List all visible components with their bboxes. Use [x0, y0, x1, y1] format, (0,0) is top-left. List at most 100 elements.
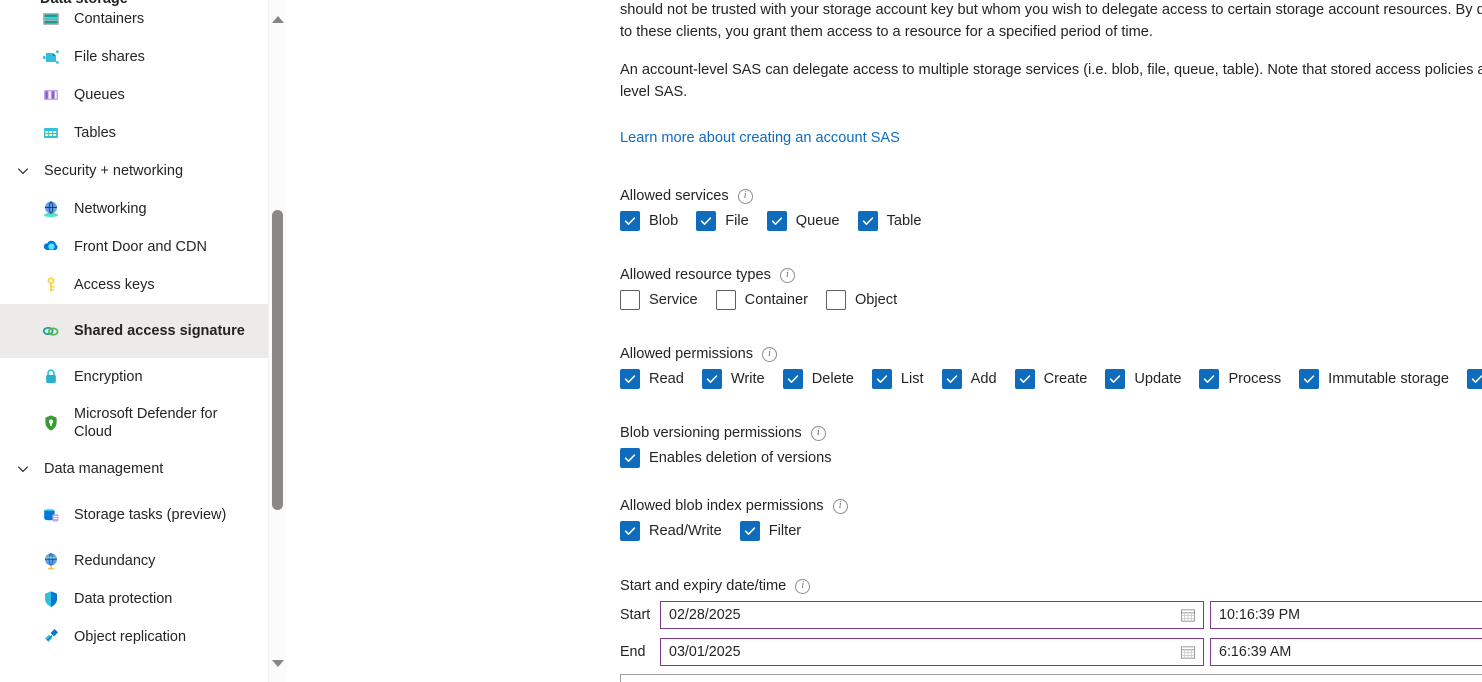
checkbox-file[interactable]: File	[696, 211, 749, 231]
scroll-down-arrow-icon[interactable]	[269, 654, 286, 672]
sidebar-item-label: Object replication	[74, 628, 187, 645]
checkmark-icon[interactable]	[1467, 369, 1482, 389]
start-and-expiry-label: Start and expiry date/time i	[620, 578, 1482, 594]
end-time-field[interactable]	[1210, 638, 1482, 666]
checkbox-object[interactable]: Object	[825, 290, 897, 310]
intro-paragraph-2: An account-level SAS can delegate access…	[620, 62, 1482, 100]
sidebar-item-front-door-and-cdn[interactable]: Front Door and CDN	[0, 228, 286, 266]
partial-input-below-fold[interactable]	[620, 674, 1482, 682]
sidebar-item-storage-tasks-preview[interactable]: Storage tasks (preview)	[0, 488, 286, 542]
checkbox-filter[interactable]: Filter	[739, 521, 802, 541]
checkmark-icon[interactable]	[696, 211, 717, 231]
sidebar-item-label: Storage tasks (preview)	[74, 506, 227, 523]
calendar-icon[interactable]	[1180, 644, 1196, 660]
queues-icon	[40, 84, 62, 106]
checkbox-container[interactable]: Container	[715, 290, 808, 310]
sidebar-item-queues[interactable]: Queues	[0, 76, 286, 114]
sidebar-item-object-replication[interactable]: Object replication	[0, 618, 286, 656]
checkbox-enables-deletion-of-versions[interactable]: Enables deletion of versions	[620, 448, 832, 468]
allowed-services-label: Allowed services i	[620, 188, 921, 204]
scroll-up-arrow-icon[interactable]	[269, 10, 286, 28]
checkbox-label: Write	[730, 371, 765, 387]
sidebar-item-shared-access-signature[interactable]: Shared access signature	[0, 304, 286, 358]
checkbox-write[interactable]: Write	[701, 369, 765, 389]
end-date-input[interactable]	[667, 644, 1197, 660]
checkmark-icon[interactable]	[620, 211, 640, 231]
checkmark-icon[interactable]	[620, 521, 640, 541]
start-time-field[interactable]	[1210, 601, 1482, 629]
end-date-field[interactable]	[660, 638, 1204, 666]
info-icon[interactable]: i	[779, 267, 795, 283]
start-date-field[interactable]	[660, 601, 1204, 629]
sidebar-item-data-protection[interactable]: Data protection	[0, 580, 286, 618]
checkbox-immutable-storage[interactable]: Immutable storage	[1299, 369, 1449, 389]
sidebar-item-label: Encryption	[74, 368, 143, 385]
chevron-down-icon	[14, 460, 32, 478]
checkbox-blob[interactable]: Blob	[620, 211, 678, 231]
sidebar-group-security-networking[interactable]: Security + networking	[0, 152, 286, 190]
sidebar-item-label: Access keys	[74, 276, 155, 293]
info-icon[interactable]: i	[810, 425, 826, 441]
sidebar-item-microsoft-defender-for-cloud[interactable]: Microsoft Defender for Cloud	[0, 396, 286, 450]
sidebar-item-networking[interactable]: Networking	[0, 190, 286, 228]
sidebar-item-encryption[interactable]: Encryption	[0, 358, 286, 396]
info-icon[interactable]: i	[737, 188, 753, 204]
sidebar-item-label: File shares	[74, 48, 145, 65]
allowed-blob-index-permissions-label: Allowed blob index permissions i	[620, 498, 848, 514]
sidebar-item-file-shares[interactable]: File shares	[0, 38, 286, 76]
allowed-services-label-text: Allowed services	[620, 188, 729, 204]
info-icon[interactable]: i	[832, 498, 848, 514]
checkbox-list[interactable]: List	[871, 369, 924, 389]
checkmark-icon[interactable]	[1105, 369, 1126, 389]
allowed-blob-index-permissions-section: Allowed blob index permissions i Read/Wr…	[620, 498, 848, 541]
checkbox-label: Read	[649, 371, 684, 387]
checkmark-icon[interactable]	[1199, 369, 1220, 389]
checkbox-label: Service	[649, 292, 698, 308]
checkmark-icon[interactable]	[1014, 369, 1035, 389]
empty-checkbox-icon[interactable]	[825, 290, 846, 310]
checkmark-icon[interactable]	[782, 369, 803, 389]
checkbox-label: File	[725, 213, 749, 229]
checkmark-icon[interactable]	[871, 369, 892, 389]
checkmark-icon[interactable]	[941, 369, 962, 389]
sidebar-item-label: Queues	[74, 86, 125, 103]
checkmark-icon[interactable]	[739, 521, 760, 541]
sidebar-item-access-keys[interactable]: Access keys	[0, 266, 286, 304]
sidebar-group-data-management[interactable]: Data management	[0, 450, 286, 488]
checkmark-icon[interactable]	[1299, 369, 1320, 389]
checkbox-delete[interactable]: Delete	[782, 369, 854, 389]
checkbox-create[interactable]: Create	[1014, 369, 1087, 389]
checkbox-table[interactable]: Table	[857, 211, 921, 231]
end-time-input[interactable]	[1217, 644, 1482, 660]
checkbox-service[interactable]: Service	[620, 290, 698, 310]
sidebar-item-tables[interactable]: Tables	[0, 114, 286, 152]
start-time-input[interactable]	[1217, 607, 1482, 623]
calendar-icon[interactable]	[1180, 607, 1196, 623]
checkmark-icon[interactable]	[620, 369, 640, 389]
checkbox-label: Enables deletion of versions	[649, 450, 832, 466]
checkbox-add[interactable]: Add	[941, 369, 997, 389]
checkmark-icon[interactable]	[620, 448, 640, 468]
checkmark-icon[interactable]	[857, 211, 878, 231]
checkbox-label: Filter	[768, 523, 802, 539]
info-icon[interactable]: i	[795, 578, 811, 594]
checkbox-read[interactable]: Read	[620, 369, 684, 389]
sidebar-scrollbar-thumb[interactable]	[272, 210, 283, 510]
checkmark-icon[interactable]	[766, 211, 787, 231]
end-datetime-row: End	[620, 638, 1482, 666]
start-row-label: Start	[620, 607, 651, 623]
checkbox-queue[interactable]: Queue	[766, 211, 840, 231]
learn-more-account-sas-link[interactable]: Learn more about creating an account SAS	[620, 130, 900, 146]
sidebar-item-containers[interactable]: Containers	[0, 0, 286, 38]
checkbox-update[interactable]: Update	[1105, 369, 1181, 389]
sidebar-item-redundancy[interactable]: Redundancy	[0, 542, 286, 580]
empty-checkbox-icon[interactable]	[715, 290, 736, 310]
empty-checkbox-icon[interactable]	[620, 290, 640, 310]
start-date-input[interactable]	[667, 607, 1197, 623]
checkbox-process[interactable]: Process	[1199, 369, 1281, 389]
checkmark-icon[interactable]	[701, 369, 722, 389]
info-icon[interactable]: i	[762, 346, 778, 362]
checkbox-read-write[interactable]: Read/Write	[620, 521, 722, 541]
sidebar-scrollbar[interactable]	[268, 0, 286, 682]
checkbox-permanent-delete[interactable]: Permanent delete	[1467, 369, 1482, 389]
